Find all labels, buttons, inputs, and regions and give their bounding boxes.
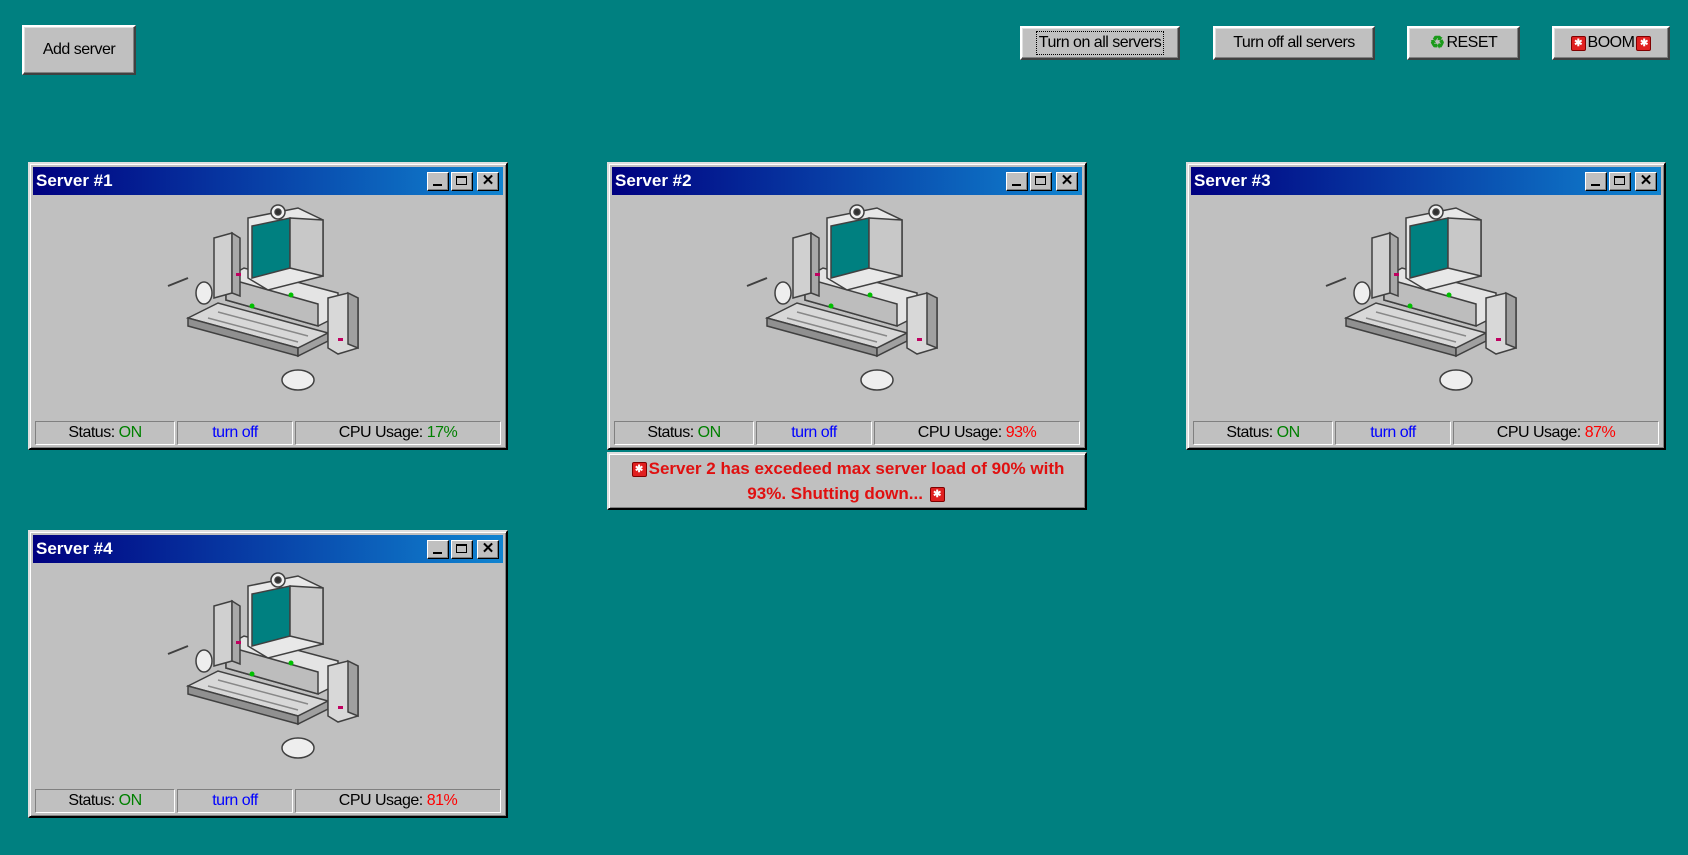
add-server-button[interactable]: Add server xyxy=(22,25,136,75)
toggle-cell: turn off xyxy=(177,421,293,445)
computer-icon xyxy=(1191,195,1661,400)
computer-icon xyxy=(33,563,503,768)
minimize-icon[interactable] xyxy=(427,540,449,559)
turn-off-link[interactable]: turn off xyxy=(791,424,837,442)
turn-off-all-servers-button[interactable]: Turn off all servers xyxy=(1213,26,1375,60)
minimize-icon[interactable] xyxy=(427,172,449,191)
status-cell: Status: ON xyxy=(35,789,175,813)
bomb-icon: ✱ xyxy=(929,487,945,503)
cpu-usage-label: CPU Usage: xyxy=(338,424,423,441)
close-icon[interactable]: ✕ xyxy=(477,540,499,559)
reset-button[interactable]: ♻ RESET xyxy=(1407,26,1520,60)
close-icon[interactable]: ✕ xyxy=(1635,172,1657,191)
cpu-cell: CPU Usage: 81% xyxy=(295,789,501,813)
close-icon[interactable]: ✕ xyxy=(1056,172,1078,191)
reset-label: RESET xyxy=(1446,34,1498,51)
status-label: Status: xyxy=(68,792,115,809)
title-bar[interactable]: Server #3 ✕ xyxy=(1191,167,1661,195)
bomb-icon: ✱ xyxy=(1570,35,1586,51)
status-value: ON xyxy=(118,424,143,441)
cpu-cell: CPU Usage: 87% xyxy=(1453,421,1659,445)
server-window-3: Server #3 ✕ Status: ON turn off CPU Usag… xyxy=(1186,162,1666,450)
server-window-4: Server #4 ✕ Status: ON turn off CPU Usag… xyxy=(28,530,508,818)
maximize-icon[interactable] xyxy=(1609,172,1631,191)
minimize-icon[interactable] xyxy=(1585,172,1607,191)
title-bar[interactable]: Server #4 ✕ xyxy=(33,535,503,563)
cpu-usage-label: CPU Usage: xyxy=(338,792,423,809)
status-label: Status: xyxy=(68,424,115,441)
cpu-usage-label: CPU Usage: xyxy=(917,424,1002,441)
boom-label: BOOM xyxy=(1587,34,1635,51)
alert-line-1: Server 2 has excedeed max server load of… xyxy=(648,459,1065,478)
alert-line-2: 93%. Shutting down... xyxy=(747,484,923,503)
status-cell: Status: ON xyxy=(1193,421,1333,445)
turn-off-link[interactable]: turn off xyxy=(212,424,258,442)
cpu-usage-value: 81% xyxy=(426,792,458,809)
turn-off-link[interactable]: turn off xyxy=(1370,424,1416,442)
turn-off-all-label: Turn off all servers xyxy=(1233,34,1355,51)
toggle-cell: turn off xyxy=(177,789,293,813)
bomb-icon: ✱ xyxy=(1636,35,1652,51)
window-title: Server #1 xyxy=(36,171,113,190)
maximize-icon[interactable] xyxy=(451,172,473,191)
boom-button[interactable]: ✱ BOOM ✱ xyxy=(1552,26,1670,60)
status-bar: Status:ON turn off Status: CPU Usage:17% xyxy=(35,421,501,445)
maximize-icon[interactable] xyxy=(1030,172,1052,191)
status-cell: Status: ON xyxy=(614,421,754,445)
minimize-icon[interactable] xyxy=(1006,172,1028,191)
window-title: Server #4 xyxy=(36,539,113,558)
status-bar: Status: ON turn off CPU Usage: 81% xyxy=(35,789,501,813)
status-value: ON xyxy=(697,424,722,441)
bomb-icon: ✱ xyxy=(631,462,647,478)
server-window-2: Server #2 ✕ Status: ON turn off CPU Usag… xyxy=(607,162,1087,450)
recycle-icon: ♻ xyxy=(1429,33,1445,52)
cpu-cell: CPU Usage: 93% xyxy=(874,421,1080,445)
cpu-usage-value: 93% xyxy=(1005,424,1037,441)
toggle-cell: turn off xyxy=(756,421,872,445)
status-label: Status: xyxy=(1226,424,1273,441)
maximize-icon[interactable] xyxy=(451,540,473,559)
add-server-label: Add server xyxy=(42,41,116,58)
cpu-usage-value: 87% xyxy=(1584,424,1616,441)
cpu-usage-value: 17% xyxy=(426,424,458,441)
status-label: Status: xyxy=(647,424,694,441)
status-value: ON xyxy=(1276,424,1301,441)
turn-off-link[interactable]: turn off xyxy=(212,792,258,810)
status-bar: Status: ON turn off CPU Usage: 87% xyxy=(1193,421,1659,445)
cpu-usage-label: CPU Usage: xyxy=(1496,424,1581,441)
status-cell: Status: ON xyxy=(35,421,175,445)
cpu-cell: Status: CPU Usage:17% xyxy=(295,421,501,445)
toggle-cell: turn off xyxy=(1335,421,1451,445)
title-bar[interactable]: Server #1 ✕ xyxy=(33,167,503,195)
window-title: Server #3 xyxy=(1194,171,1271,190)
turn-on-all-servers-button[interactable]: Turn on all servers xyxy=(1020,26,1180,60)
close-icon[interactable]: ✕ xyxy=(477,172,499,191)
title-bar[interactable]: Server #2 ✕ xyxy=(612,167,1082,195)
overload-alert: ✱ Server 2 has excedeed max server load o… xyxy=(607,452,1087,510)
computer-icon xyxy=(612,195,1082,400)
status-bar: Status: ON turn off CPU Usage: 93% xyxy=(614,421,1080,445)
computer-icon xyxy=(33,195,503,400)
status-value: ON xyxy=(118,792,143,809)
turn-on-all-label: Turn on all servers xyxy=(1035,31,1165,55)
window-title: Server #2 xyxy=(615,171,692,190)
server-window-1: Server #1 ✕ Status: ON turn off CPU Usag… xyxy=(28,162,508,450)
